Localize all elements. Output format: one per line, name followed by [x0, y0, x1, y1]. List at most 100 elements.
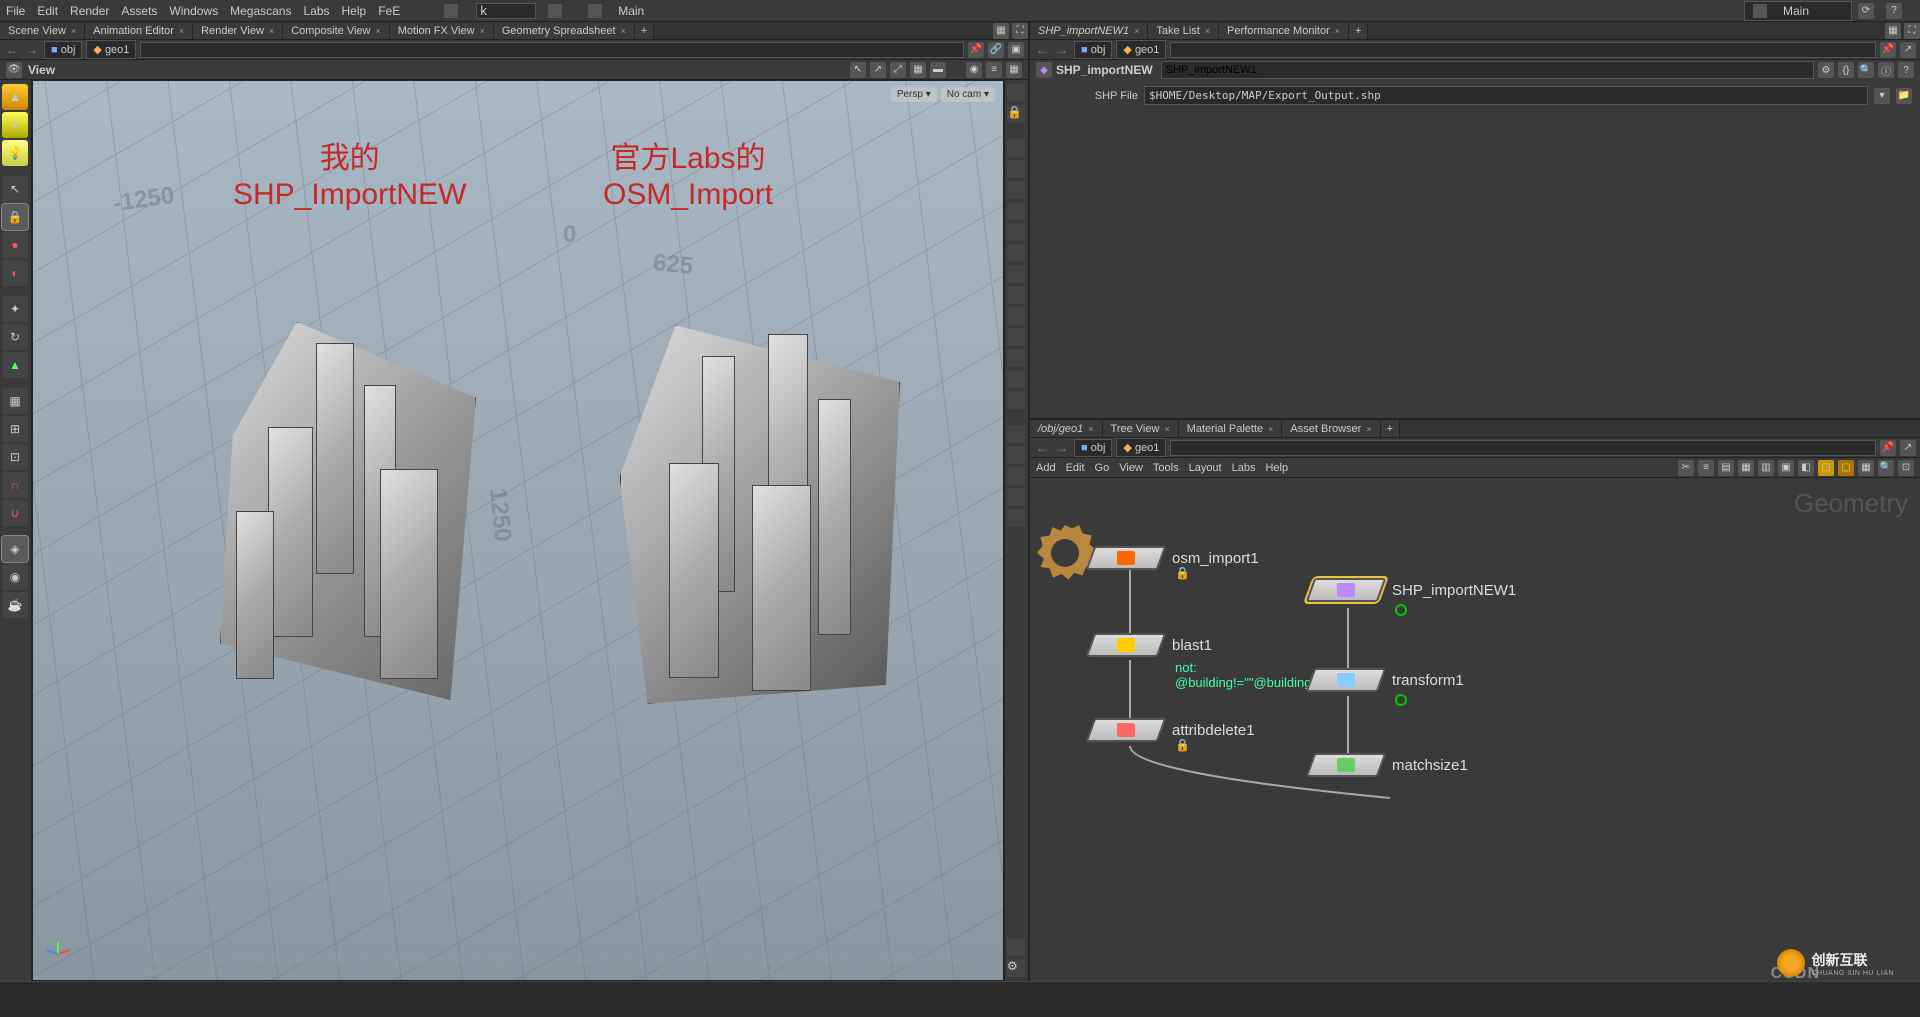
net-menu-view[interactable]: View: [1119, 462, 1143, 474]
pin-icon[interactable]: 📌: [1880, 42, 1896, 58]
disp-opt-5-icon[interactable]: [1007, 202, 1025, 220]
tab-obj-geo1-path[interactable]: /obj/geo1×: [1030, 421, 1103, 437]
view-opt-1-icon[interactable]: ◉: [966, 62, 982, 78]
tab-composite-view[interactable]: Composite View×: [283, 23, 390, 39]
tool-move-icon[interactable]: ✦: [2, 296, 28, 322]
menu-megascans[interactable]: Megascans: [230, 4, 291, 18]
disp-opt-7-icon[interactable]: [1007, 244, 1025, 262]
tab-perf-monitor[interactable]: Performance Monitor×: [1219, 23, 1349, 39]
sel-mode-4-icon[interactable]: ▦: [910, 62, 926, 78]
close-icon[interactable]: ×: [1205, 26, 1210, 36]
info-icon[interactable]: ⓘ: [1878, 62, 1894, 78]
node-shp-importnew1[interactable]: SHP_importNEW1: [1310, 578, 1516, 602]
disp-opt-3-icon[interactable]: [1007, 160, 1025, 178]
nav-back-icon[interactable]: ←: [1034, 441, 1050, 455]
close-icon[interactable]: ×: [1268, 424, 1273, 434]
pane-menu-icon[interactable]: ▦: [993, 23, 1009, 39]
tool-snap2-icon[interactable]: ⊞: [2, 416, 28, 442]
net-menu-tools[interactable]: Tools: [1153, 462, 1179, 474]
net-tool-9-icon[interactable]: ▢: [1838, 460, 1854, 476]
close-icon[interactable]: ×: [179, 26, 184, 36]
net-tool-5-icon[interactable]: ▥: [1758, 460, 1774, 476]
tool-magnet-icon[interactable]: ∩: [2, 472, 28, 498]
disp-opt-15-icon[interactable]: [1007, 425, 1025, 443]
net-menu-help[interactable]: Help: [1265, 462, 1288, 474]
tab-shp-importnew1[interactable]: SHP_importNEW1×: [1030, 23, 1148, 39]
crumb-obj[interactable]: ■ obj: [44, 41, 82, 59]
disp-opt-17-icon[interactable]: [1007, 467, 1025, 485]
tab-render-view[interactable]: Render View×: [193, 23, 283, 39]
close-icon[interactable]: ×: [71, 26, 76, 36]
menu-windows[interactable]: Windows: [169, 4, 218, 18]
disp-opt-2-icon[interactable]: [1007, 139, 1025, 157]
current-desktop[interactable]: Main: [618, 4, 644, 18]
disp-opt-1-icon[interactable]: [1007, 84, 1025, 102]
net-menu-go[interactable]: Go: [1095, 462, 1110, 474]
tab-scene-view[interactable]: Scene View×: [0, 23, 85, 39]
snapshot-icon[interactable]: ▣: [1008, 42, 1024, 58]
path-field[interactable]: [1170, 440, 1876, 456]
disp-opt-8-icon[interactable]: [1007, 265, 1025, 283]
disp-opt-13-icon[interactable]: [1007, 370, 1025, 388]
help-icon[interactable]: ?: [1886, 3, 1902, 19]
key-step-icon[interactable]: [548, 4, 562, 18]
disp-opt-19-icon[interactable]: [1007, 509, 1025, 527]
net-menu-layout[interactable]: Layout: [1189, 462, 1222, 474]
tool-lock-icon[interactable]: 🔒: [2, 204, 28, 230]
net-tool-2-icon[interactable]: ≡: [1698, 460, 1714, 476]
tab-animation-editor[interactable]: Animation Editor×: [85, 23, 193, 39]
crumb-obj[interactable]: ■ obj: [1074, 41, 1112, 59]
tool-snap1-icon[interactable]: ▦: [2, 388, 28, 414]
close-icon[interactable]: ×: [375, 26, 380, 36]
viewport-3d[interactable]: -1250 0 625 1250: [32, 80, 1004, 981]
net-tool-7-icon[interactable]: ◧: [1798, 460, 1814, 476]
node-attribdelete1[interactable]: attribdelete1 🔒: [1090, 718, 1255, 742]
close-icon[interactable]: ×: [621, 26, 626, 36]
nav-fwd-icon[interactable]: →: [1054, 441, 1070, 455]
disp-opt-10-icon[interactable]: [1007, 307, 1025, 325]
nav-back-icon[interactable]: ←: [1034, 43, 1050, 57]
view-menu-icon[interactable]: 👁: [6, 62, 22, 78]
tab-add[interactable]: +: [635, 23, 654, 39]
disp-opt-16-icon[interactable]: [1007, 446, 1025, 464]
crumb-obj[interactable]: ■ obj: [1074, 439, 1112, 457]
close-icon[interactable]: ×: [1134, 26, 1139, 36]
tab-geo-spreadsheet[interactable]: Geometry Spreadsheet×: [494, 23, 635, 39]
path-field[interactable]: [140, 42, 964, 58]
path-field[interactable]: [1170, 42, 1876, 58]
view-opt-2-icon[interactable]: ≡: [986, 62, 1002, 78]
tab-material-palette[interactable]: Material Palette×: [1179, 421, 1283, 437]
node-transform1[interactable]: transform1: [1310, 668, 1464, 692]
net-menu-labs[interactable]: Labs: [1232, 462, 1256, 474]
node-type-icon[interactable]: ◆: [1036, 62, 1052, 78]
tool-red1-icon[interactable]: ●: [2, 232, 28, 258]
close-icon[interactable]: ×: [1164, 424, 1169, 434]
desktop-selector-right[interactable]: Main: [1744, 1, 1852, 21]
disp-opt-12-icon[interactable]: [1007, 349, 1025, 367]
menu-assets[interactable]: Assets: [121, 4, 157, 18]
file-chooser-icon[interactable]: 📁: [1896, 88, 1912, 104]
key-icon[interactable]: [444, 4, 458, 18]
disp-opt-18-icon[interactable]: [1007, 488, 1025, 506]
tool-light-icon[interactable]: ☀: [2, 112, 28, 138]
menu-help[interactable]: Help: [342, 4, 367, 18]
lock-icon[interactable]: 🔒: [1007, 105, 1025, 123]
disp-opt-20-icon[interactable]: [1007, 938, 1025, 956]
menu-fee[interactable]: FeE: [378, 4, 400, 18]
close-icon[interactable]: ×: [480, 26, 485, 36]
view-opt-3-icon[interactable]: ▦: [1006, 62, 1022, 78]
menu-render[interactable]: Render: [70, 4, 109, 18]
net-tool-12-icon[interactable]: ⊡: [1898, 460, 1914, 476]
menu-edit[interactable]: Edit: [37, 4, 58, 18]
link-icon[interactable]: 🔗: [988, 42, 1004, 58]
net-tool-3-icon[interactable]: ▤: [1718, 460, 1734, 476]
tab-asset-browser[interactable]: Asset Browser×: [1282, 421, 1380, 437]
tool-select-icon[interactable]: ↖: [2, 176, 28, 202]
pin-icon[interactable]: 📌: [1880, 440, 1896, 456]
disp-opt-9-icon[interactable]: [1007, 286, 1025, 304]
tab-take-list[interactable]: Take List×: [1148, 23, 1219, 39]
net-tool-8-icon[interactable]: ▢: [1818, 460, 1834, 476]
pane-expand-icon[interactable]: ⛶: [1904, 23, 1920, 39]
disp-opt-6-icon[interactable]: [1007, 223, 1025, 241]
net-search-icon[interactable]: 🔍: [1878, 460, 1894, 476]
